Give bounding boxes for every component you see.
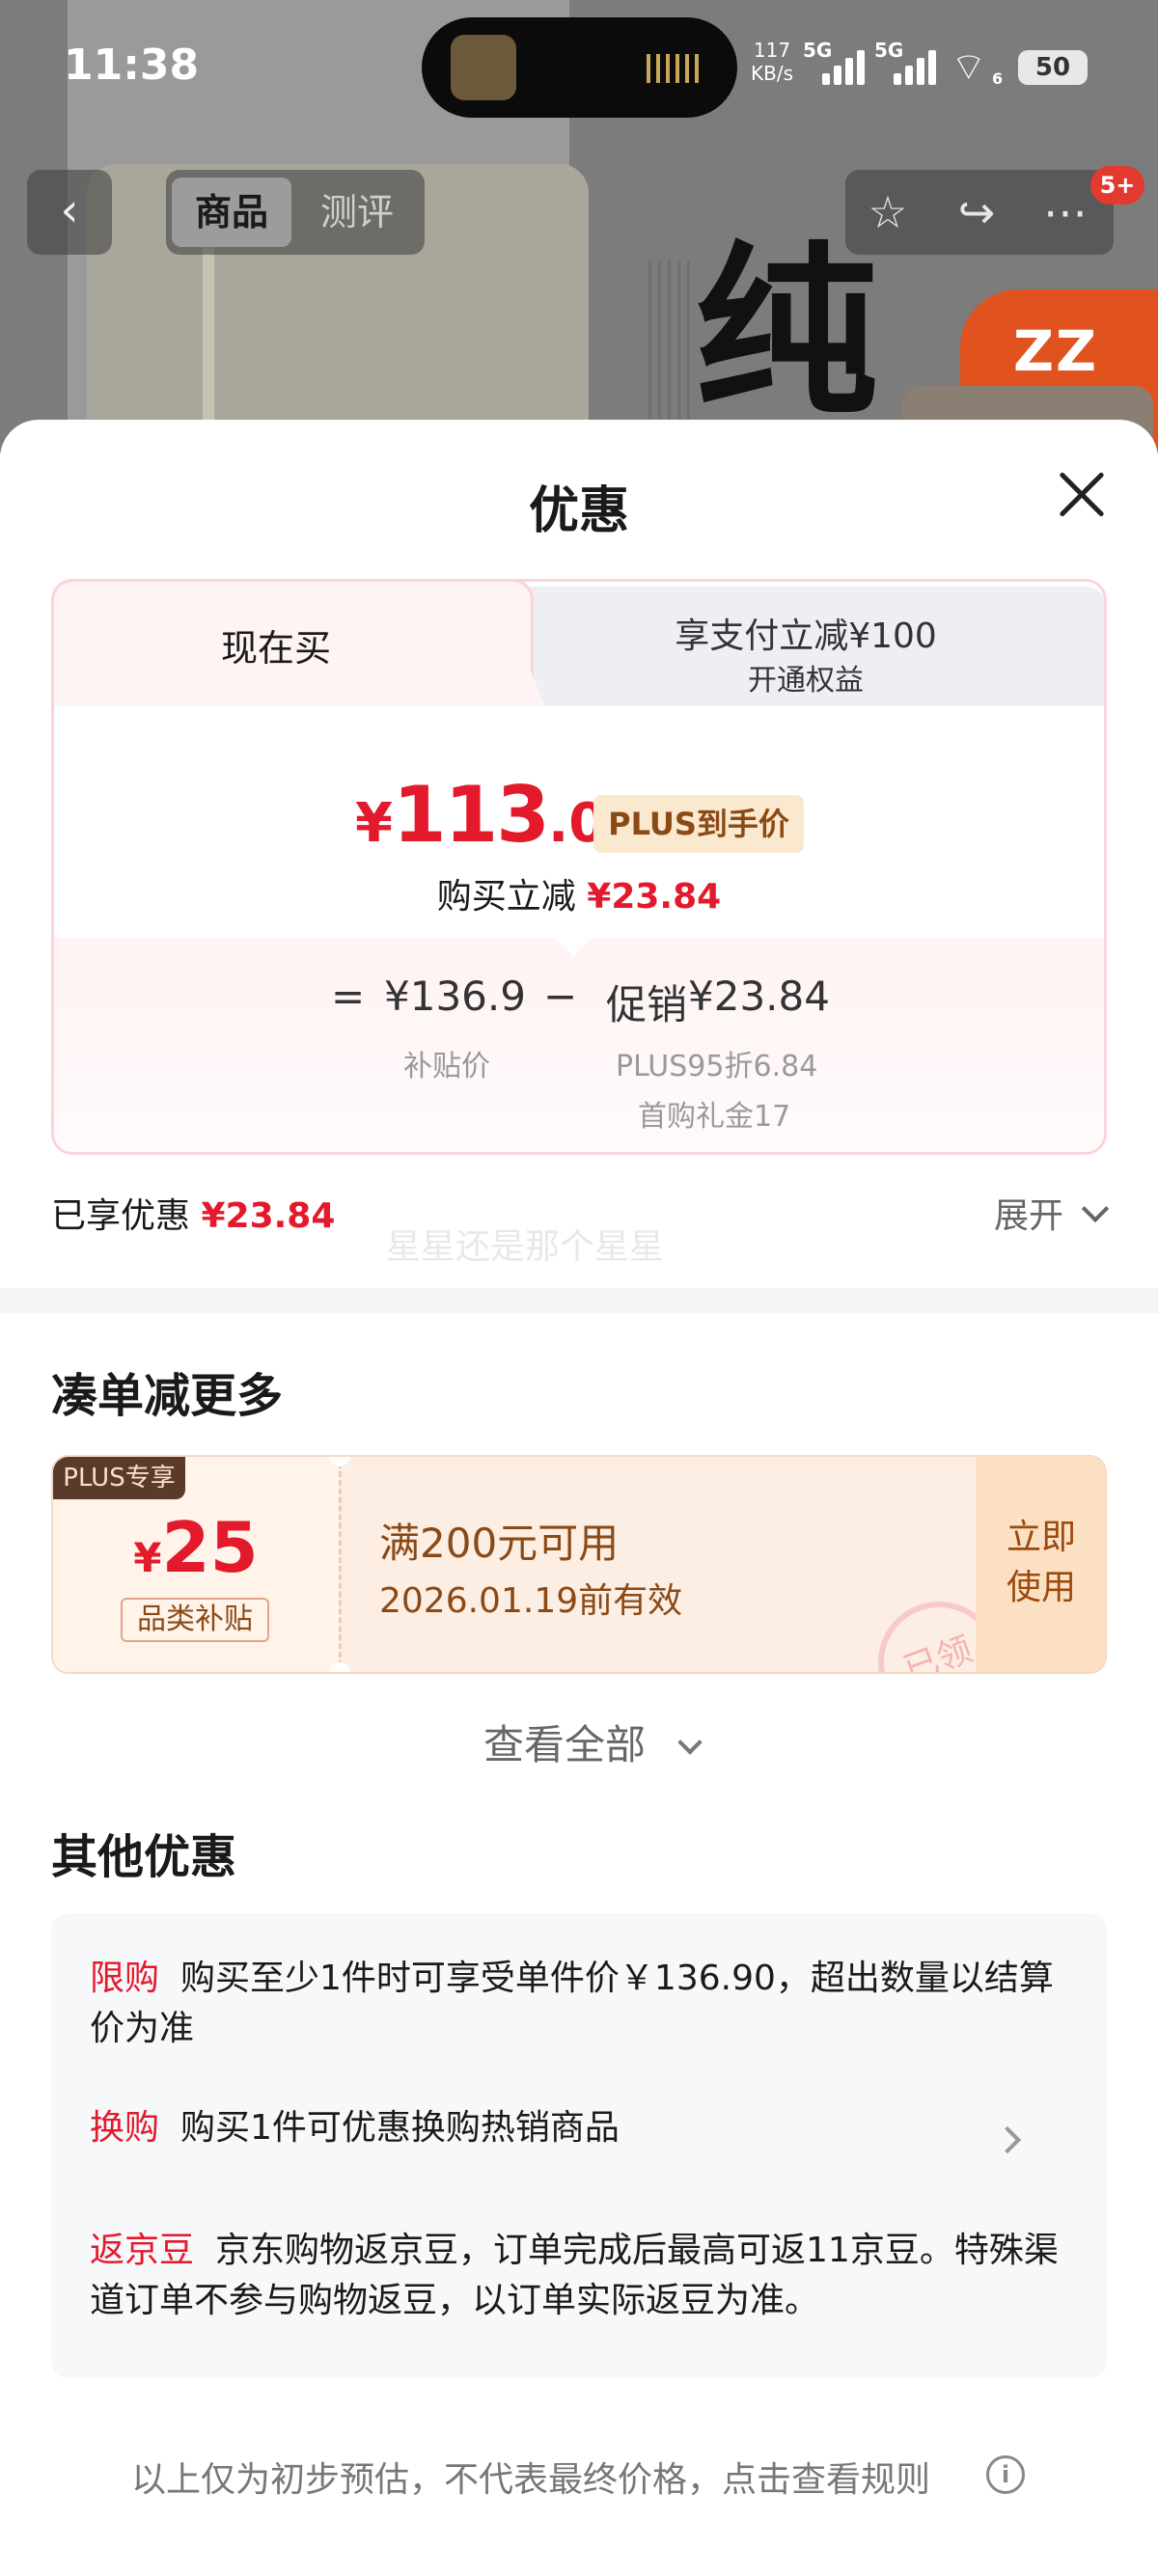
more-discount-title: 凑单减更多 <box>51 1369 284 1423</box>
purchase-reduction: 购买立减 ¥23.84 <box>51 868 1107 918</box>
promo-detail-plus: PLUS95折6.84 <box>616 1050 818 1083</box>
expand-button[interactable]: 展开 <box>994 1188 1063 1238</box>
saved-discount: 已享优惠 ¥23.84 <box>51 1188 335 1238</box>
use-now-line1: 立即 <box>1006 1518 1076 1557</box>
star-icon[interactable]: ☆ <box>853 178 923 247</box>
battery-icon: 50 <box>1018 50 1088 85</box>
music-cover-icon <box>451 35 516 100</box>
offer-exchange-tag: 换购 <box>90 2108 160 2148</box>
offer-jingdou-tag: 返京豆 <box>90 2231 195 2270</box>
dynamic-island[interactable] <box>422 17 737 118</box>
use-now-button[interactable]: 立即 使用 <box>976 1457 1105 1672</box>
audio-wave-icon <box>647 54 704 83</box>
signal-icon <box>822 50 865 85</box>
discount-sheet: 优惠 享支付立减¥100 开通权益 现在买 ¥113.06 PLUS到手价 购买… <box>0 420 1158 2576</box>
section-divider <box>0 1288 1158 1313</box>
purchase-reduction-label: 购买立减 <box>436 877 576 917</box>
network-speed: 117 KB/s <box>751 39 793 85</box>
share-icon[interactable]: ↪ <box>942 178 1011 247</box>
status-time: 11:38 <box>64 41 200 90</box>
price-card: 享支付立减¥100 开通权益 现在买 ¥113.06 PLUS到手价 购买立减 … <box>51 579 1107 1155</box>
coupon-condition: 满200元可用 <box>379 1520 620 1567</box>
brand-badge-text: ZZ <box>1013 318 1099 384</box>
promo-amount: ¥23.84 <box>688 973 830 1020</box>
purchase-reduction-amount: ¥23.84 <box>587 877 722 917</box>
close-icon[interactable] <box>1046 460 1116 530</box>
coupon-currency: ¥ <box>133 1534 162 1581</box>
info-icon[interactable]: i <box>986 2455 1025 2494</box>
product-vertical-text <box>648 260 691 434</box>
promo-detail-gift: 首购礼金17 <box>638 1100 791 1134</box>
chevron-down-icon[interactable] <box>1081 1194 1110 1223</box>
offer-limit-tag: 限购 <box>90 1959 160 1998</box>
final-price-currency: ¥ <box>355 792 393 855</box>
offer-limit: 限购 购买至少1件时可享受单件价￥136.90，超出数量以结算价为准 <box>90 1954 1064 2054</box>
product-top-nav: ‹ 商品 测评 ☆ ↪ ⋯ <box>0 170 1158 257</box>
product-tabs: 商品 测评 <box>166 170 425 255</box>
view-all-button[interactable]: 查看全部 <box>0 1713 1158 1771</box>
rules-footnote[interactable]: 以上仅为初步预估，不代表最终价格，点击查看规则 <box>131 2452 930 2502</box>
coupon-type: 品类补贴 <box>121 1598 269 1642</box>
coupon-notch <box>329 1662 350 1672</box>
coupon-value: 25 <box>161 1507 259 1588</box>
offer-jingdou: 返京豆 京东购物返京豆，订单完成后最高可返11京豆。特殊渠道订单不参与购物返豆，以… <box>90 2226 1064 2326</box>
final-price-integer: 113 <box>392 770 550 860</box>
saved-discount-amount: ¥23.84 <box>201 1196 336 1236</box>
product-actions: ☆ ↪ ⋯ <box>845 170 1114 255</box>
view-all-label: 查看全部 <box>482 1721 646 1768</box>
price-card-border <box>51 579 1107 1155</box>
back-button[interactable]: ‹ <box>27 170 112 255</box>
tab-product[interactable]: 商品 <box>172 178 291 247</box>
wifi-icon: ⌔ <box>951 45 987 90</box>
coupon-amount: ¥25 <box>53 1507 339 1588</box>
signal-icon <box>894 50 936 85</box>
plus-price-tag: PLUS到手价 <box>593 795 804 853</box>
watermark: 星星还是那个星星 <box>386 1227 665 1267</box>
tab-review[interactable]: 测评 <box>297 178 417 247</box>
subsidy-price: ¥136.9 <box>384 973 526 1020</box>
minus-sign: − <box>543 973 578 1020</box>
offer-exchange[interactable]: 换购 购买1件可优惠换购热销商品 <box>90 2103 1064 2153</box>
subsidy-price-label: 补贴价 <box>403 1050 490 1083</box>
coupon-expiry: 2026.01.19前有效 <box>379 1581 683 1621</box>
other-discount-title: 其他优惠 <box>51 1830 237 1884</box>
network-speed-unit: KB/s <box>751 62 793 85</box>
other-offers-box: 限购 购买至少1件时可享受单件价￥136.90，超出数量以结算价为准 换购 购买1件… <box>51 1913 1107 2378</box>
offer-jingdou-text: 京东购物返京豆，订单完成后最高可返11京豆。特殊渠道订单不参与购物返豆，以订单实… <box>90 2231 1059 2320</box>
equals-sign: = <box>331 973 366 1020</box>
offer-limit-text: 购买至少1件时可享受单件价￥136.90，超出数量以结算价为准 <box>90 1959 1054 2048</box>
status-bar: 11:38 117 KB/s 5G 5G ⌔ 6 50 <box>0 0 1158 135</box>
coupon-card[interactable]: PLUS专享 ¥25 品类补贴 满200元可用 2026.01.19前有效 已领… <box>51 1455 1107 1674</box>
saved-discount-label: 已享优惠 <box>51 1196 191 1236</box>
product-banner-char: 纯 <box>695 226 879 439</box>
network-speed-value: 117 <box>753 39 791 62</box>
sheet-title: 优惠 <box>528 482 629 540</box>
promo-label: 促销 <box>606 981 688 1028</box>
coupon-separator <box>339 1463 342 1666</box>
message-badge: 5+ <box>1090 166 1144 205</box>
use-now-line2: 使用 <box>1006 1568 1076 1607</box>
plus-exclusive-badge: PLUS专享 <box>53 1457 185 1499</box>
offer-exchange-text: 购买1件可优惠换购热销商品 <box>180 2108 620 2148</box>
wifi-standard: 6 <box>992 69 1004 88</box>
more-icon[interactable]: ⋯ <box>1031 178 1100 247</box>
